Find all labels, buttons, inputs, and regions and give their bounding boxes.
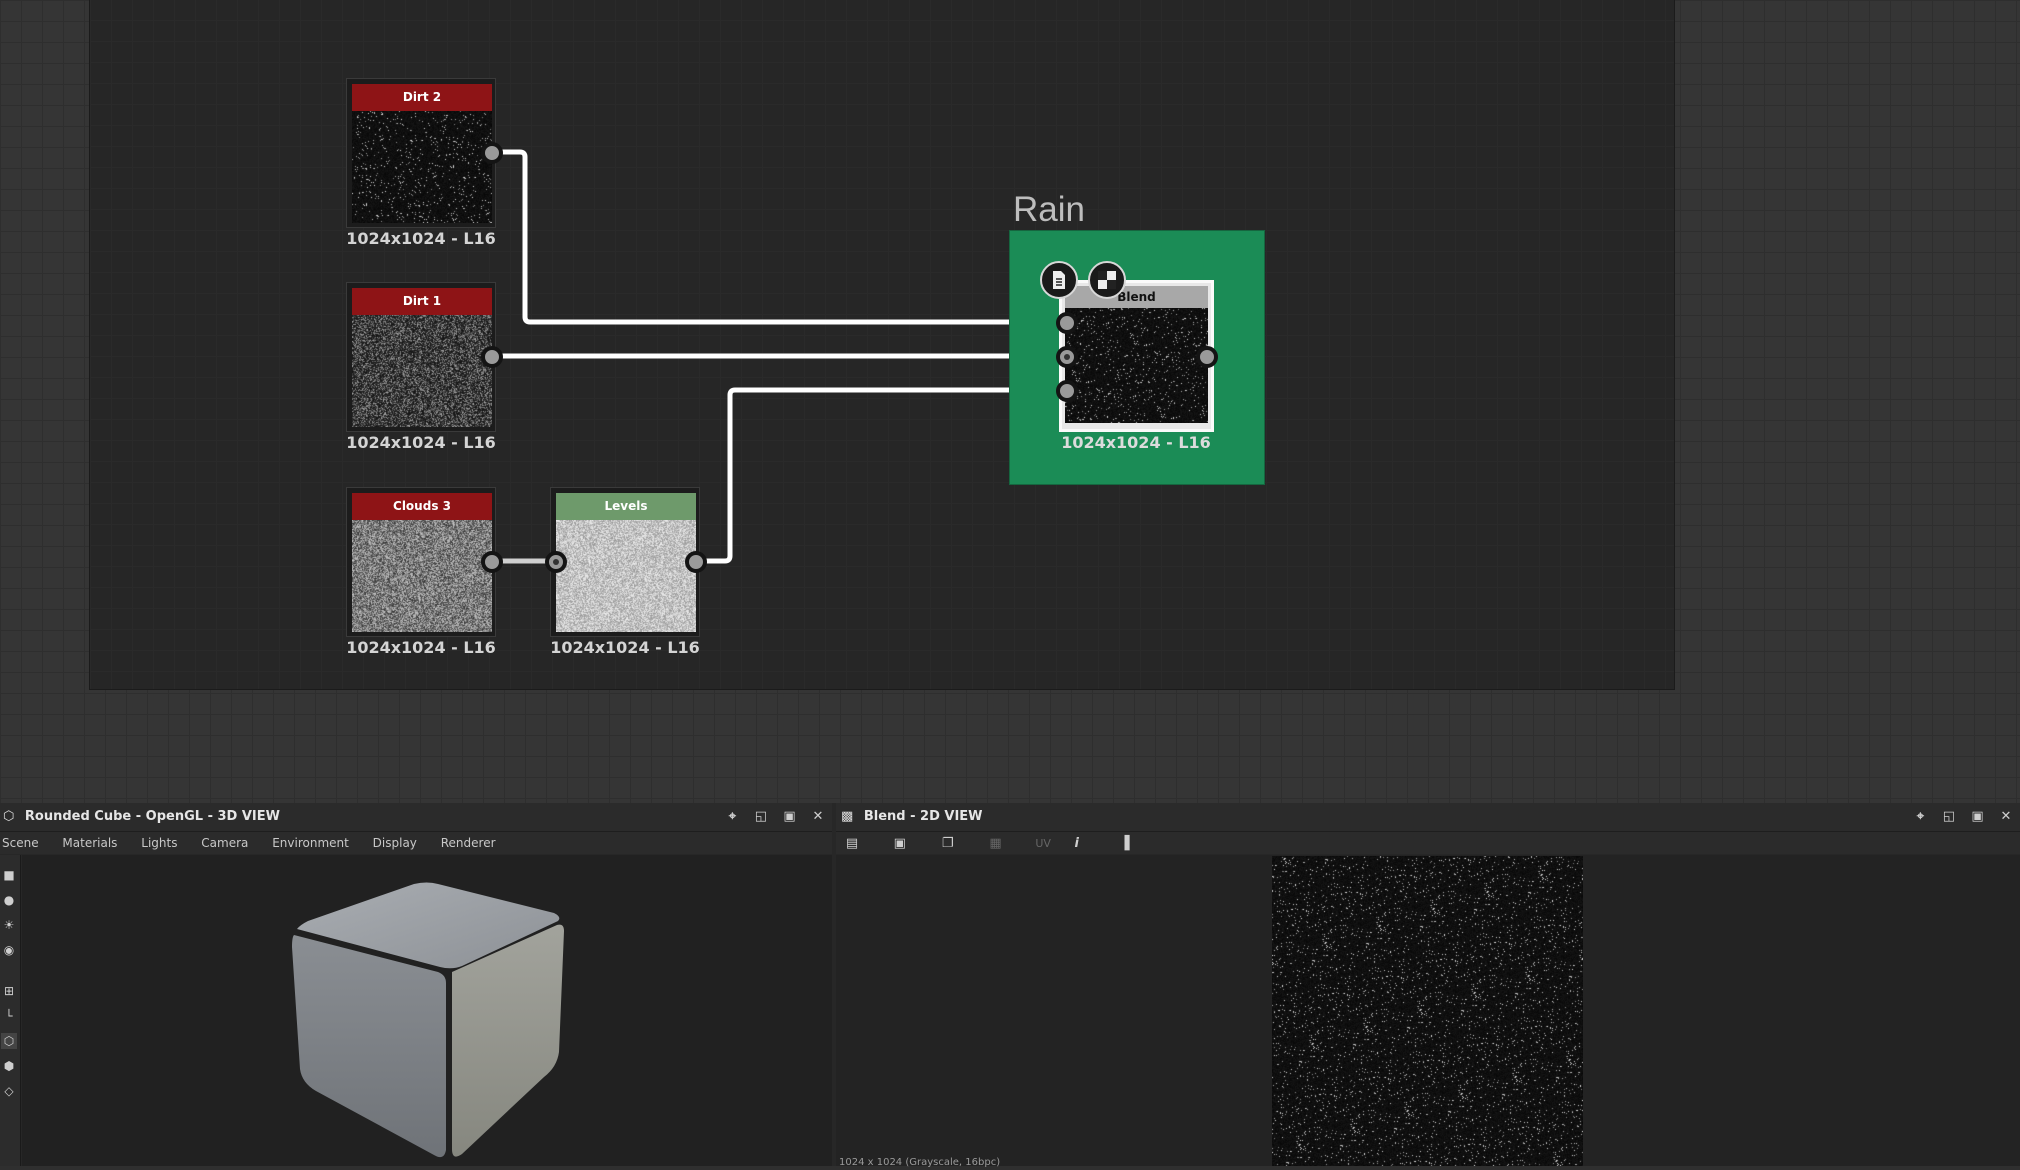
menu-camera[interactable]: Camera (201, 836, 248, 850)
menu-display[interactable]: Display (373, 836, 417, 850)
tile-icon[interactable]: ▦ (987, 833, 1003, 855)
plane-icon[interactable]: ◇ (1, 1083, 17, 1099)
menu-materials[interactable]: Materials (62, 836, 117, 850)
axis-icon[interactable]: └ (1, 1008, 17, 1024)
bottom-dock: ⬡ Rounded Cube - OpenGL - 3D VIEW ⌖ ◱ ▣ … (0, 803, 2020, 1168)
node-resolution: 1024x1024 - L16 (1061, 433, 1211, 452)
texture-status: 1024 x 1024 (Grayscale, 16bpc) (839, 1157, 1001, 1168)
panel-2d-toolbar: ▤ ▣ ❐ ▦ UV i ▐ (836, 832, 2020, 854)
panel-3d-title: Rounded Cube - OpenGL - 3D VIEW (24, 809, 280, 824)
menu-scene[interactable]: Scene (2, 836, 39, 850)
save-icon[interactable]: ▣ (892, 833, 908, 855)
rounded-cube-model (292, 882, 564, 1158)
node-title: Clouds 3 (352, 493, 492, 520)
copy-icon[interactable]: ❐ (940, 833, 956, 855)
node-levels[interactable]: Levels (550, 487, 700, 637)
wire-dirt2-blend (491, 149, 1066, 325)
checker-icon[interactable] (1088, 261, 1126, 299)
checker-view-icon: ▩ (841, 809, 854, 824)
node-title: Levels (556, 493, 696, 520)
node-clouds3[interactable]: Clouds 3 (346, 487, 496, 637)
panel-3d-menubar: Scene Materials Lights Camera Environmen… (0, 832, 832, 854)
node-dirt2[interactable]: Dirt 2 (346, 78, 496, 228)
menu-lights[interactable]: Lights (141, 836, 177, 850)
node-resolution: 1024x1024 - L16 (346, 433, 496, 452)
3d-tool-sidebar: ■ ● ☀ ◉ ⊞ └ ⬡ ⬢ ◇ (0, 855, 21, 1166)
maximize-icon[interactable]: ▣ (781, 803, 797, 831)
uv-dropdown[interactable]: UV (1035, 837, 1051, 850)
node-resolution: 1024x1024 - L16 (550, 638, 700, 657)
output-port[interactable] (685, 551, 707, 573)
node-dirt1[interactable]: Dirt 1 (346, 282, 496, 432)
histogram-icon[interactable]: ▐ (1117, 833, 1133, 855)
output-port[interactable] (481, 551, 503, 573)
node-title: Dirt 1 (352, 288, 492, 315)
node-blend[interactable]: Blend (1059, 280, 1214, 432)
close-icon[interactable]: ✕ (810, 803, 826, 831)
float-icon[interactable]: ◱ (1941, 803, 1957, 831)
input-port-foreground[interactable] (1056, 312, 1078, 334)
node-title: Blend (1065, 286, 1208, 308)
cube-icon: ⬡ (3, 809, 15, 824)
node-thumbnail (1065, 308, 1208, 423)
node-resolution: 1024x1024 - L16 (346, 638, 496, 657)
3d-viewport[interactable] (22, 855, 832, 1166)
environment-icon[interactable]: ☀ (1, 917, 17, 933)
input-port-mask[interactable] (1056, 380, 1078, 402)
camera-icon[interactable]: ■ (1, 867, 17, 883)
float-icon[interactable]: ◱ (753, 803, 769, 831)
export-icon[interactable]: ▤ (844, 833, 860, 855)
panel-2d-titlebar: ▩ Blend - 2D VIEW ⌖ ◱ ▣ ✕ (836, 803, 2020, 832)
output-port[interactable] (481, 346, 503, 368)
panel-2d-title: Blend - 2D VIEW (863, 809, 983, 824)
panel-3d-titlebar: ⬡ Rounded Cube - OpenGL - 3D VIEW ⌖ ◱ ▣ … (0, 803, 832, 832)
pin-icon[interactable]: ⌖ (1912, 803, 1928, 831)
grid-icon[interactable]: ⊞ (1, 983, 17, 999)
menu-renderer[interactable]: Renderer (441, 836, 496, 850)
close-icon[interactable]: ✕ (1998, 803, 2014, 831)
menu-environment[interactable]: Environment (272, 836, 349, 850)
node-thumbnail (352, 520, 492, 632)
info-icon[interactable]: i (1069, 833, 1085, 855)
graph-canvas[interactable]: Dirt 2 1024x1024 - L16 Dirt 1 1024x1024 … (0, 0, 2020, 803)
node-resolution: 1024x1024 - L16 (346, 229, 496, 248)
node-thumbnail (556, 520, 696, 632)
output-port[interactable] (1196, 346, 1218, 368)
document-icon[interactable] (1040, 261, 1078, 299)
texture-preview (1272, 856, 1583, 1166)
node-thumbnail (352, 111, 492, 223)
input-port-background[interactable] (1056, 346, 1078, 368)
input-port[interactable] (545, 551, 567, 573)
box-icon[interactable]: ⬢ (1, 1058, 17, 1074)
node-thumbnail (352, 315, 492, 427)
node-title: Dirt 2 (352, 84, 492, 111)
pin-icon[interactable]: ⌖ (724, 803, 740, 831)
maximize-icon[interactable]: ▣ (1969, 803, 1985, 831)
light-icon[interactable]: ● (1, 892, 17, 908)
cube-mesh-icon[interactable]: ⬡ (1, 1033, 17, 1049)
screenshot-icon[interactable]: ◉ (1, 942, 17, 958)
frame-title: Rain (1013, 190, 1085, 229)
output-port[interactable] (481, 142, 503, 164)
